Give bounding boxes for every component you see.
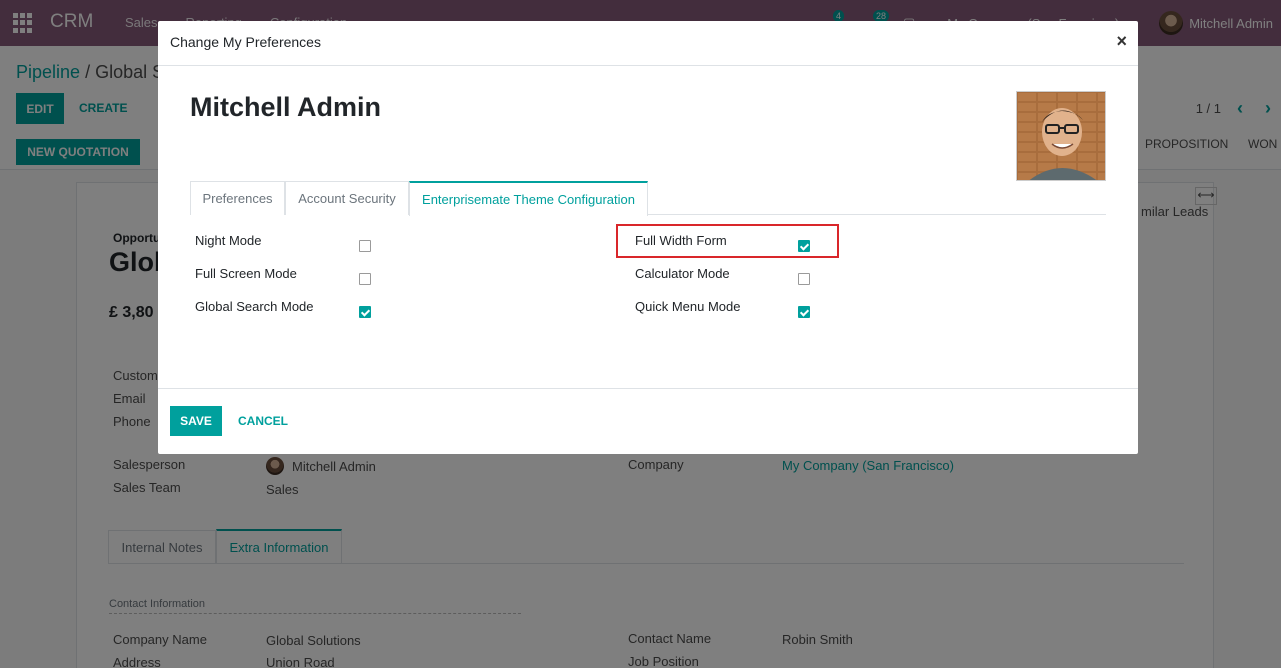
user-name-heading: Mitchell Admin: [190, 92, 382, 122]
tab-account-security[interactable]: Account Security: [285, 181, 409, 215]
profile-photo[interactable]: [1016, 91, 1106, 181]
full-width-form-label: Full Width Form: [635, 233, 727, 248]
tab-preferences[interactable]: Preferences: [190, 181, 285, 215]
full-screen-mode-label: Full Screen Mode: [195, 266, 297, 281]
full-width-form-checkbox[interactable]: [798, 240, 810, 252]
dialog-header: Change My Preferences ×: [158, 21, 1138, 66]
dialog-footer: SAVE CANCEL: [158, 388, 1138, 454]
calculator-mode-label: Calculator Mode: [635, 266, 730, 281]
dialog-title: Change My Preferences: [170, 34, 321, 50]
profile-photo-image: [1017, 92, 1105, 180]
night-mode-checkbox[interactable]: [359, 240, 371, 252]
save-button[interactable]: SAVE: [170, 406, 222, 436]
quick-menu-mode-checkbox[interactable]: [798, 306, 810, 318]
global-search-mode-label: Global Search Mode: [195, 299, 314, 314]
quick-menu-mode-label: Quick Menu Mode: [635, 299, 741, 314]
full-screen-mode-checkbox[interactable]: [359, 273, 371, 285]
preferences-dialog: Change My Preferences × Mitchell Admin P…: [158, 21, 1138, 454]
calculator-mode-checkbox[interactable]: [798, 273, 810, 285]
tab-enterprisemate-theme[interactable]: Enterprisemate Theme Configuration: [409, 181, 648, 216]
night-mode-label: Night Mode: [195, 233, 262, 248]
cancel-button[interactable]: CANCEL: [238, 414, 288, 428]
global-search-mode-checkbox[interactable]: [359, 306, 371, 318]
dialog-tabs: Preferences Account Security Enterprisem…: [190, 181, 1106, 216]
close-icon[interactable]: ×: [1116, 32, 1127, 50]
